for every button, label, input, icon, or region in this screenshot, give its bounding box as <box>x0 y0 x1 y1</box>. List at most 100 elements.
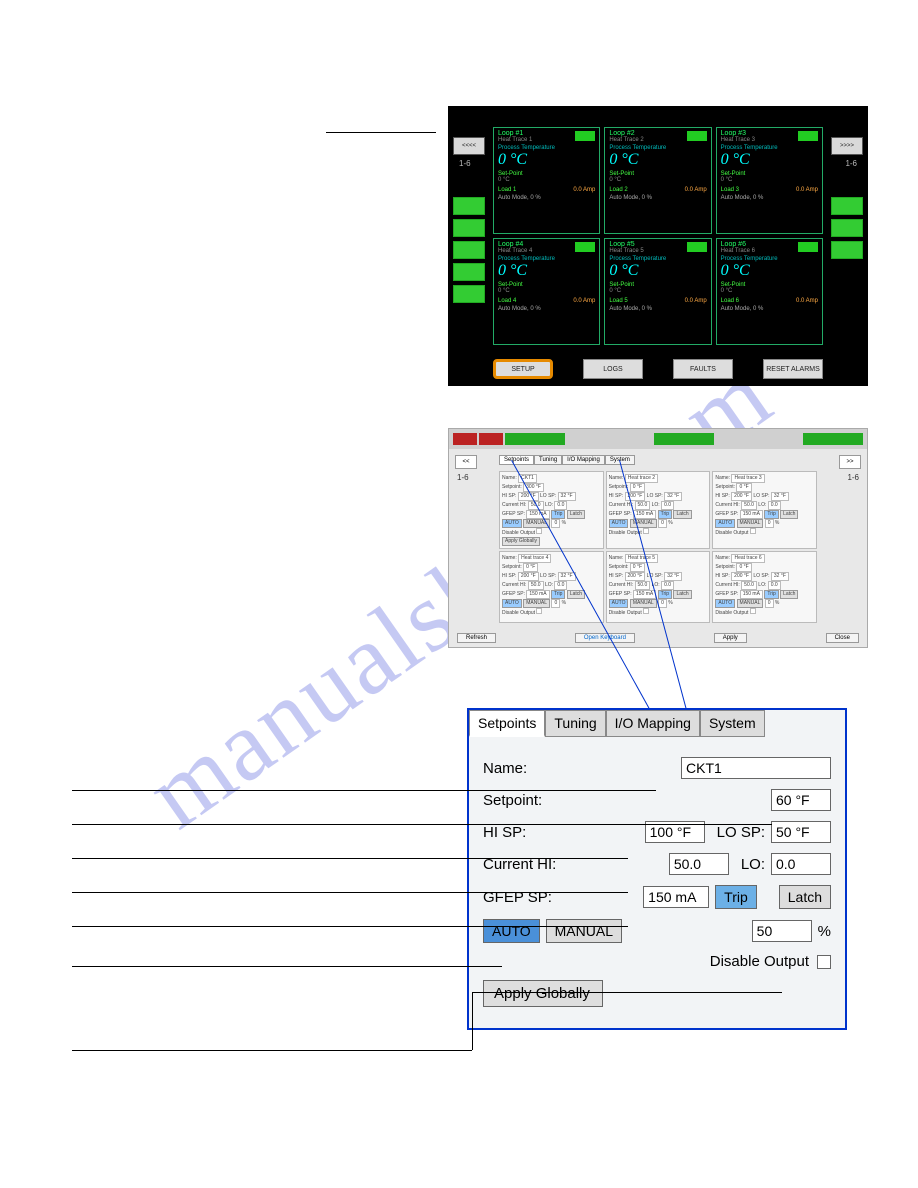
loop-panel[interactable]: Loop #2Heat Trace 2Process Temperature0 … <box>604 127 711 234</box>
apply-button[interactable]: Apply <box>714 633 747 643</box>
loop-setpoint-cell: Name: Heat trace 4Setpoint: 0 °FHI SP: 2… <box>499 551 604 623</box>
page-range-right: 1-6 <box>847 473 859 482</box>
setpoint-field[interactable]: 60 °F <box>771 789 831 811</box>
tab-setpoints[interactable]: Setpoints <box>499 455 534 465</box>
callout-line <box>72 892 628 893</box>
setpoint-value: 0 °C <box>498 177 595 183</box>
side-indicator[interactable] <box>831 219 863 237</box>
refresh-button[interactable]: Refresh <box>457 633 496 643</box>
manual-button[interactable]: MANUAL <box>546 919 622 943</box>
loop-panel[interactable]: Loop #3Heat Trace 3Process Temperature0 … <box>716 127 823 234</box>
apply-globally-button[interactable]: Apply Globally <box>483 980 603 1007</box>
callout-line <box>472 992 473 1050</box>
callout-line <box>72 966 502 967</box>
nav-next-button[interactable]: >>>> <box>831 137 863 155</box>
amp-value: 0.0 Amp <box>796 187 818 193</box>
page-range-left: 1-6 <box>457 473 469 482</box>
loop-setpoint-cell: Name: Heat trace 2Setpoint: 0 °FHI SP: 2… <box>606 471 711 549</box>
callout-line <box>72 858 628 859</box>
trip-button[interactable]: Trip <box>715 885 757 909</box>
amp-value: 0.0 Amp <box>573 187 595 193</box>
nav-prev-button[interactable]: << <box>455 455 477 469</box>
name-field[interactable]: CKT1 <box>681 757 831 779</box>
setpoints-panel-zoom: SetpointsTuningI/O MappingSystem Name: C… <box>467 708 847 1030</box>
loop-setpoint-cell: Name: Heat trace 6Setpoint: 0 °FHI SP: 2… <box>712 551 817 623</box>
gfep-sp-field[interactable]: 150 mA <box>643 886 709 908</box>
mode-label: Auto Mode, 0 % <box>721 195 818 201</box>
manual-pct-field[interactable]: 50 <box>752 920 812 942</box>
auto-button[interactable]: AUTO <box>483 919 540 943</box>
status-indicator-icon <box>575 242 595 252</box>
nav-next-button[interactable]: >> <box>839 455 861 469</box>
loop-panel[interactable]: Loop #5Heat Trace 5Process Temperature0 … <box>604 238 711 345</box>
mode-label: Auto Mode, 0 % <box>498 306 595 312</box>
reset-alarms-button[interactable]: RESET ALARMS <box>763 359 823 379</box>
setpoint-value: 0 °C <box>721 177 818 183</box>
callout-line <box>472 992 782 993</box>
percent-unit: % <box>818 923 831 940</box>
disable-output-checkbox[interactable] <box>817 955 831 969</box>
nav-prev-button[interactable]: <<<< <box>453 137 485 155</box>
tab-i-o-mapping[interactable]: I/O Mapping <box>562 455 605 465</box>
callout-line <box>72 926 628 927</box>
amp-value: 0.0 Amp <box>573 298 595 304</box>
setpoint-value: 0 °C <box>721 288 818 294</box>
current-lo-field[interactable]: 0.0 <box>771 853 831 875</box>
loop-panel[interactable]: Loop #1Heat Trace 1Process Temperature0 … <box>493 127 600 234</box>
hmi-main-screen: <<<< >>>> 1-6 1-6 Loop #1Heat Trace 1Pro… <box>448 106 868 386</box>
lo-sp-label: LO SP: <box>717 824 765 841</box>
load-label: Load 3 <box>721 187 739 193</box>
current-lo-label: LO: <box>741 856 765 873</box>
mode-label: Auto Mode, 0 % <box>609 195 706 201</box>
loop-panel[interactable]: Loop #4Heat Trace 4Process Temperature0 … <box>493 238 600 345</box>
tab-tuning[interactable]: Tuning <box>545 710 605 737</box>
hi-sp-label: HI SP: <box>483 824 526 841</box>
lo-sp-field[interactable]: 50 °F <box>771 821 831 843</box>
disable-output-label: Disable Output <box>710 953 809 970</box>
callout-line <box>72 790 656 791</box>
amp-value: 0.0 Amp <box>796 298 818 304</box>
load-label: Load 4 <box>498 298 516 304</box>
logs-button[interactable]: LOGS <box>583 359 643 379</box>
setpoint-label: Setpoint: <box>483 792 542 809</box>
tab-setpoints[interactable]: Setpoints <box>469 710 545 737</box>
side-indicator[interactable] <box>453 285 485 303</box>
callout-rule <box>326 132 436 133</box>
tab-tuning[interactable]: Tuning <box>534 455 562 465</box>
load-label: Load 1 <box>498 187 516 193</box>
page-range-left: 1-6 <box>459 159 471 168</box>
status-indicator-icon <box>575 131 595 141</box>
status-indicator-icon <box>798 242 818 252</box>
process-temp-value: 0 °C <box>609 262 706 280</box>
status-indicator-icon <box>798 131 818 141</box>
side-indicator[interactable] <box>453 197 485 215</box>
current-hi-field[interactable]: 50.0 <box>669 853 729 875</box>
side-indicator[interactable] <box>831 197 863 215</box>
side-indicator[interactable] <box>453 263 485 281</box>
side-indicator[interactable] <box>453 241 485 259</box>
setpoint-value: 0 °C <box>498 288 595 294</box>
mode-label: Auto Mode, 0 % <box>721 306 818 312</box>
mode-label: Auto Mode, 0 % <box>609 306 706 312</box>
process-temp-value: 0 °C <box>721 151 818 169</box>
setpoint-value: 0 °C <box>609 177 706 183</box>
callout-line <box>72 1050 472 1051</box>
amp-value: 0.0 Amp <box>685 298 707 304</box>
mode-label: Auto Mode, 0 % <box>498 195 595 201</box>
side-indicator[interactable] <box>831 241 863 259</box>
loop-setpoint-cell: Name: Heat trace 5Setpoint: 0 °FHI SP: 2… <box>606 551 711 623</box>
setpoint-value: 0 °C <box>609 288 706 294</box>
tab-i-o-mapping[interactable]: I/O Mapping <box>606 710 700 737</box>
loop-panel[interactable]: Loop #6Heat Trace 6Process Temperature0 … <box>716 238 823 345</box>
open-keyboard-button[interactable]: Open Keyboard <box>575 633 635 643</box>
load-label: Load 6 <box>721 298 739 304</box>
close-button[interactable]: Close <box>826 633 859 643</box>
tab-system[interactable]: System <box>700 710 765 737</box>
side-indicator[interactable] <box>453 219 485 237</box>
setup-button[interactable]: SETUP <box>493 359 553 379</box>
faults-button[interactable]: FAULTS <box>673 359 733 379</box>
name-label: Name: <box>483 760 583 777</box>
load-label: Load 5 <box>609 298 627 304</box>
latch-button[interactable]: Latch <box>779 885 831 909</box>
amp-value: 0.0 Amp <box>685 187 707 193</box>
